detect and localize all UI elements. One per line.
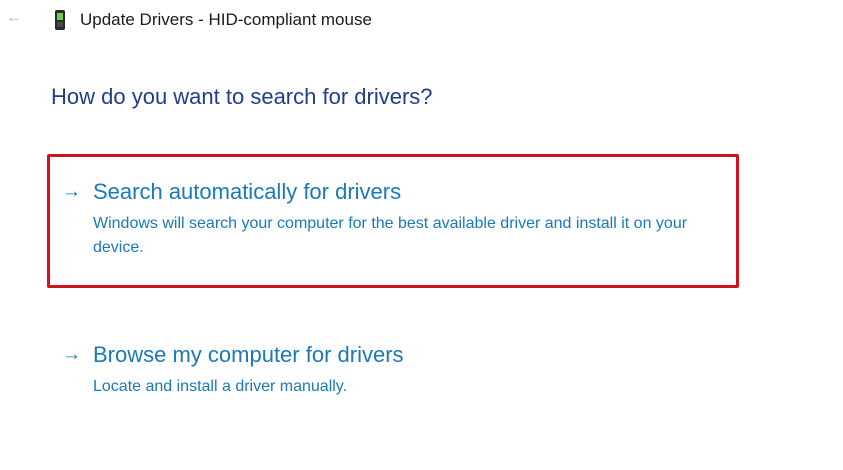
mouse-device-icon: [55, 10, 65, 30]
update-drivers-window: ← Update Drivers - HID-compliant mouse H…: [0, 0, 843, 470]
page-heading: How do you want to search for drivers?: [51, 84, 433, 109]
browse-computer-description: Locate and install a driver manually.: [93, 378, 348, 395]
arrow-right-icon: →: [62, 181, 81, 202]
browse-computer-title[interactable]: Browse my computer for drivers: [93, 342, 404, 368]
title-bar: ← Update Drivers - HID-compliant mouse: [0, 0, 843, 42]
window-title: Update Drivers - HID-compliant mouse: [80, 10, 372, 29]
arrow-right-icon: →: [62, 344, 81, 365]
search-automatically-title[interactable]: Search automatically for drivers: [93, 179, 401, 205]
search-automatically-option[interactable]: → Search automatically for drivers Windo…: [62, 179, 742, 263]
search-automatically-description: Windows will search your computer for th…: [93, 215, 688, 256]
back-arrow-icon[interactable]: ←: [4, 8, 24, 28]
browse-computer-option[interactable]: → Browse my computer for drivers Locate …: [62, 342, 742, 402]
